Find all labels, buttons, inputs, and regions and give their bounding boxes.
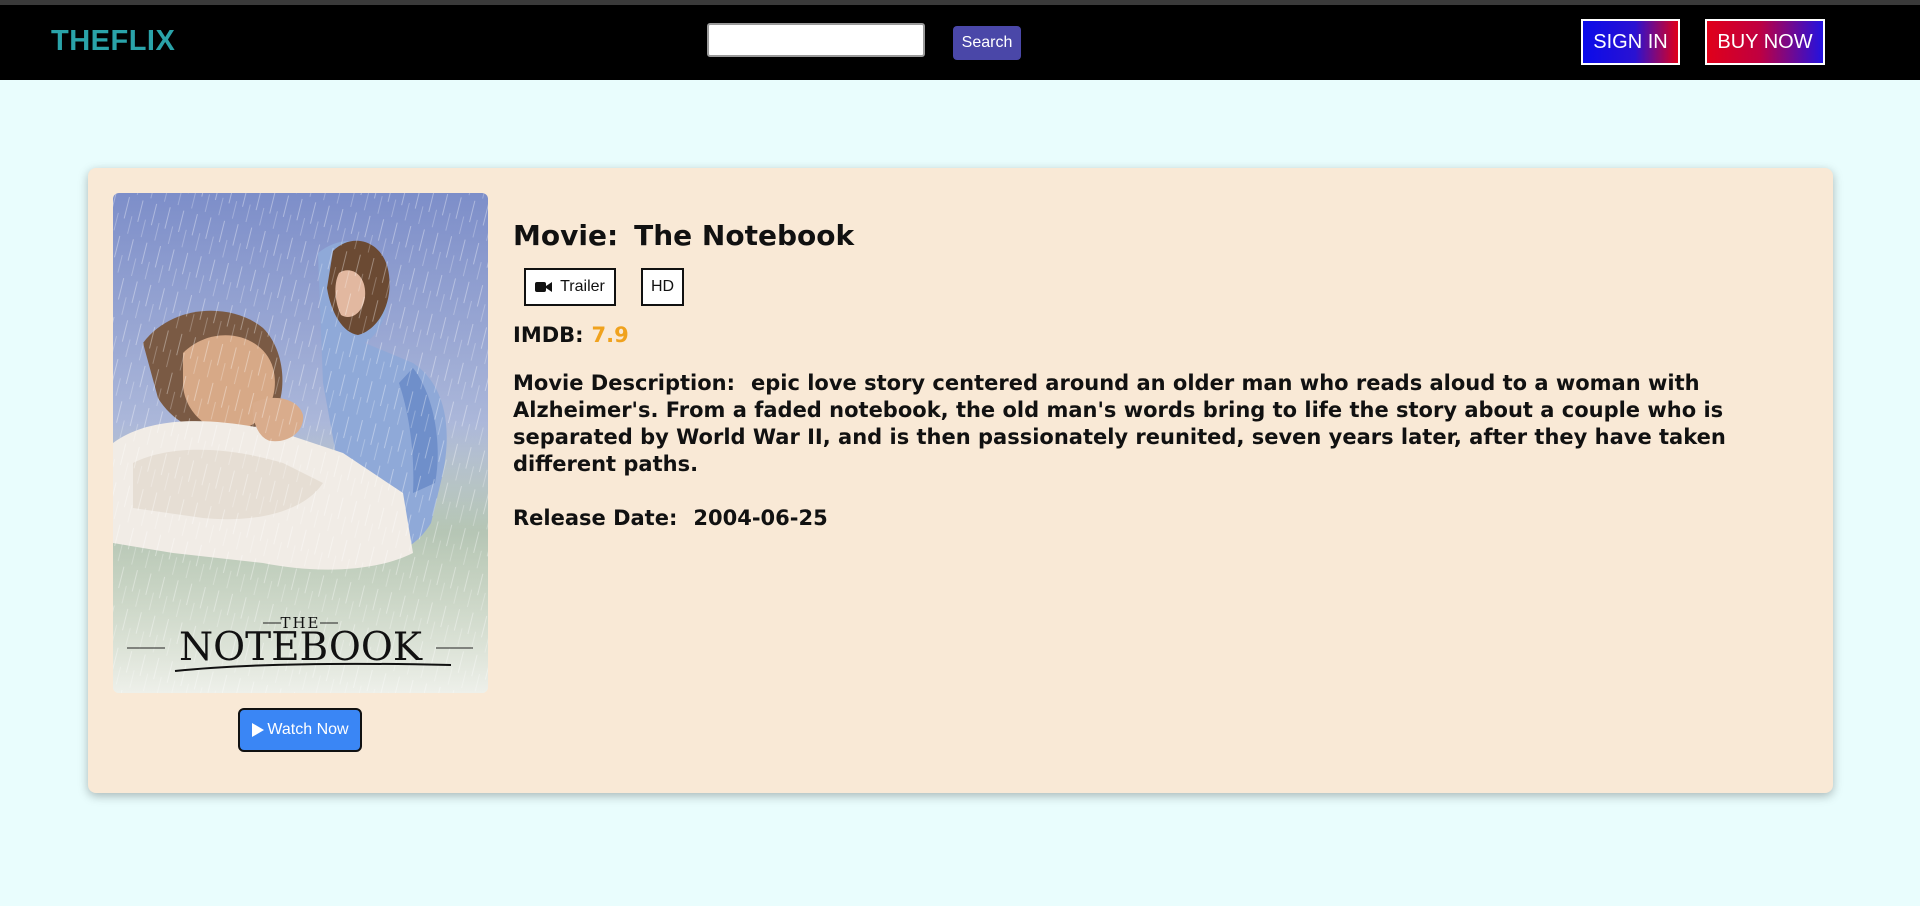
release-label: Release Date: [513,506,678,530]
movie-title-label: Movie: [513,219,619,252]
imdb-label: IMDB: [513,323,584,347]
watch-now-button[interactable]: Watch Now [238,708,362,752]
navbar: THEFLIX Search SIGN IN BUY NOW [0,5,1920,80]
sign-in-button[interactable]: SIGN IN [1581,19,1680,65]
release-date-value: 2004-06-25 [693,506,828,530]
release-date: Release Date: 2004-06-25 [513,503,1803,533]
movie-description: Movie Description: epic love story center… [513,370,1803,478]
play-icon [252,723,265,737]
movie-title-row: Movie: The Notebook [513,218,1803,254]
hd-tag: HD [641,268,684,306]
watch-now-label: Watch Now [267,721,349,738]
trailer-label: Trailer [560,278,605,295]
movie-card: THE NOTEBOOK Watch Now Movie: The Noteboo… [88,168,1833,793]
description-label: Movie Description: [513,371,735,395]
movie-title: The Notebook [634,219,855,252]
movie-tags: Trailer HD [513,268,1803,306]
brand-logo[interactable]: THEFLIX [51,25,175,58]
hd-label: HD [650,278,675,295]
video-camera-icon [535,282,553,292]
movie-details: Movie: The Notebook Trailer HD IMDB: 7.9 M… [513,218,1803,533]
imdb-rating: IMDB: 7.9 [513,320,1803,350]
search-button[interactable]: Search [953,26,1021,60]
imdb-score: 7.9 [591,323,629,347]
trailer-tag[interactable]: Trailer [524,268,616,306]
search-input[interactable] [707,23,925,57]
movie-poster: THE NOTEBOOK [113,193,488,693]
buy-now-button[interactable]: BUY NOW [1705,19,1825,65]
